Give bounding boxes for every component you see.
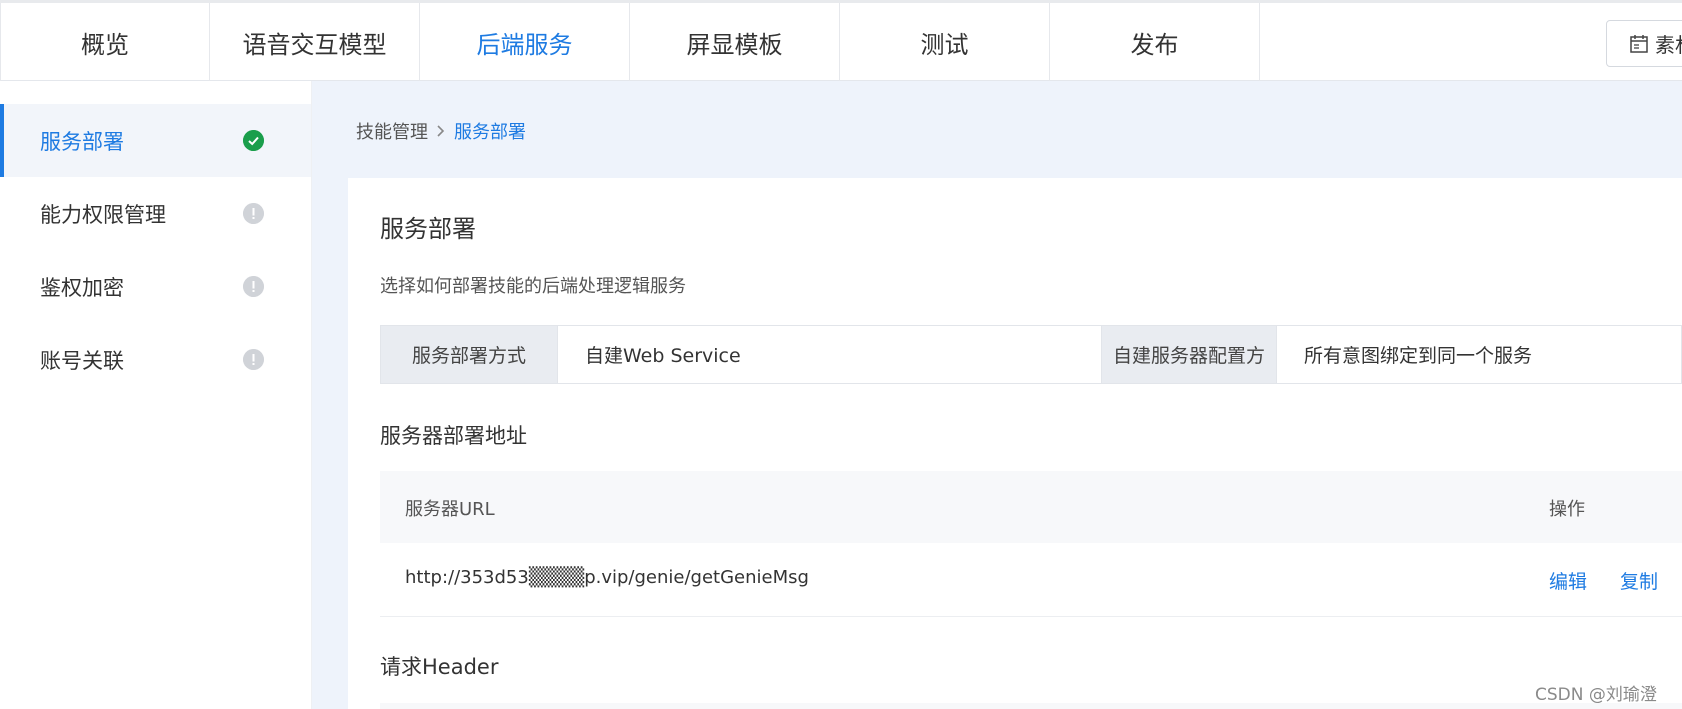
alert-circle-icon [243,276,264,297]
material-button-label: 素材 [1655,33,1682,57]
page-description: 选择如何部署技能的后端处理逻辑服务 [380,276,686,297]
tab-backend-service[interactable]: 后端服务 [420,3,630,81]
calendar-icon [1630,34,1648,53]
main-panel [348,178,1682,709]
breadcrumb: 技能管理 服务部署 [356,118,526,144]
table-row: http://353d53▒▒▒▒p.vip/genie/getGenieMsg… [380,543,1682,617]
request-header-table-top [380,703,1682,709]
sidebar-item-auth-encrypt[interactable]: 鉴权加密 [0,250,311,323]
deploy-config-row: 服务部署方式 自建Web Service 自建服务器配置方 所有意图绑定到同一个… [380,325,1682,384]
table-header: 服务器URL 操作 [380,471,1682,544]
breadcrumb-parent[interactable]: 技能管理 [356,118,428,144]
edit-link[interactable]: 编辑 [1549,567,1587,594]
col-header-actions: 操作 [1549,499,1585,520]
watermark: CSDN @刘瑜澄 [1535,685,1657,705]
server-config-value[interactable]: 所有意图绑定到同一个服务 [1304,326,1674,383]
tab-overview[interactable]: 概览 [0,3,210,81]
check-circle-icon [243,130,264,151]
breadcrumb-current: 服务部署 [454,122,526,143]
tab-test[interactable]: 测试 [840,3,1050,81]
copy-link[interactable]: 复制 [1620,567,1658,594]
request-header-title: 请求Header [380,655,499,679]
page-title: 服务部署 [380,215,476,243]
sidebar-item-label: 鉴权加密 [40,275,124,300]
sidebar-item-account-link[interactable]: 账号关联 [0,323,311,396]
server-config-label: 自建服务器配置方 [1101,326,1277,383]
tab-voice-model[interactable]: 语音交互模型 [210,3,420,81]
sidebar-item-label: 账号关联 [40,348,124,373]
deploy-method-label: 服务部署方式 [381,326,558,383]
sidebar-item-service-deploy[interactable]: 服务部署 [0,104,311,177]
alert-circle-icon [243,203,264,224]
sidebar-item-label: 服务部署 [40,129,124,154]
chevron-right-icon [437,125,445,137]
sidebar: 服务部署 能力权限管理 鉴权加密 账号关联 [0,81,312,709]
sidebar-item-label: 能力权限管理 [40,202,166,227]
col-header-url: 服务器URL [405,499,495,520]
deploy-method-value[interactable]: 自建Web Service [585,326,1065,383]
material-button[interactable]: 素材 [1606,20,1682,67]
alert-circle-icon [243,349,264,370]
tab-screen-template[interactable]: 屏显模板 [630,3,840,81]
top-nav: 概览 语音交互模型 后端服务 屏显模板 测试 发布 素材 [0,0,1682,81]
server-address-title: 服务器部署地址 [380,424,527,448]
tab-publish[interactable]: 发布 [1050,3,1260,81]
sidebar-item-permission[interactable]: 能力权限管理 [0,177,311,250]
server-url: http://353d53▒▒▒▒p.vip/genie/getGenieMsg [405,567,809,588]
